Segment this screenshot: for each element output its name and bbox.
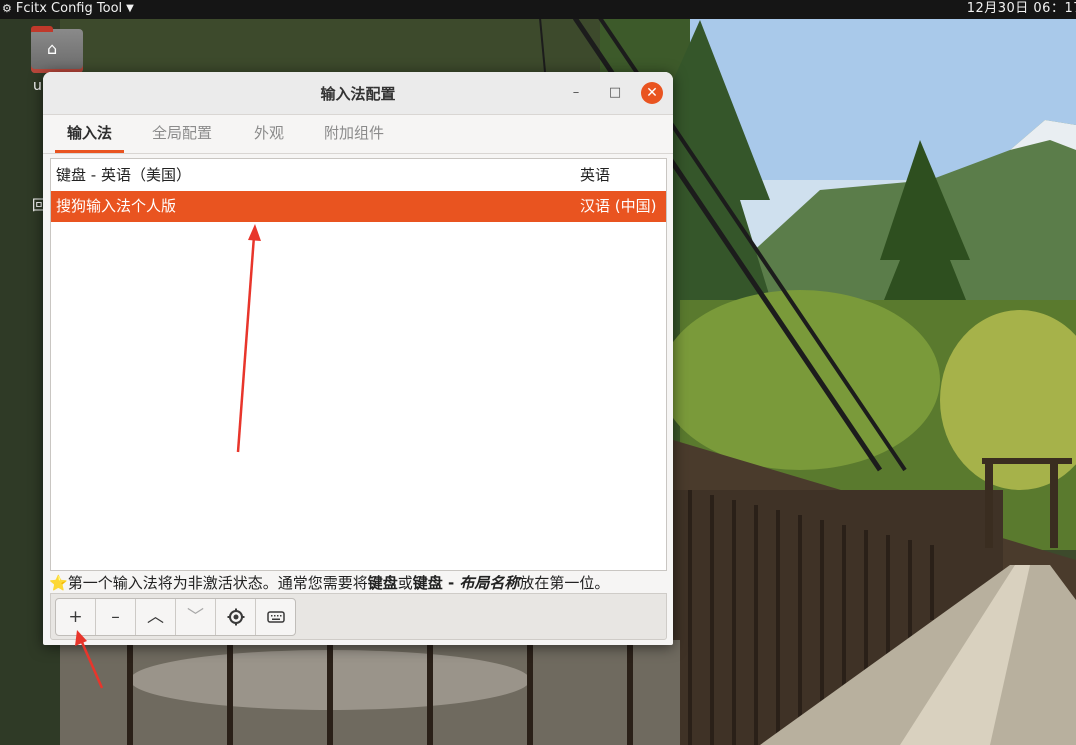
maximize-button[interactable]: □ [604,82,626,104]
clock[interactable]: 12月30日 06：17 [967,0,1076,17]
configure-button[interactable] [216,599,256,635]
input-method-name: 搜狗输入法个人版 [56,197,177,215]
gear-icon [227,608,244,626]
app-icon: ⚙ [2,2,12,15]
hint-bold1: 键盘 [367,574,398,592]
tab-addons[interactable]: 附加组件 [324,115,384,153]
remove-button[interactable]: – [96,599,136,635]
input-method-name: 键盘 - 英语（美国） [56,166,191,184]
hint-part2: 或 [397,574,413,592]
chevron-down-icon: ▼ [126,3,134,14]
window-titlebar[interactable]: 输入法配置 – □ ✕ [43,72,673,115]
home-icon: ⌂ [47,39,58,58]
tab-global-config[interactable]: 全局配置 [152,115,212,153]
keyboard-icon [266,611,285,623]
hint-bold2: 键盘 - [412,574,460,592]
hint-bold-italic: 布局名称 [459,574,520,592]
tab-input-method[interactable]: 输入法 [55,115,125,153]
move-up-button[interactable]: ︿ [136,599,176,635]
folder-tab [31,26,53,32]
toolbar-frame: + – ︿ ﹀ [50,593,667,640]
fcitx-config-window: 输入法配置 – □ ✕ 输入法 全局配置 外观 附加组件 键盘 - 英语（美国）… [43,72,673,645]
input-method-toolbar: + – ︿ ﹀ [55,598,296,636]
hint-text: ⭐第一个输入法将为非激活状态。通常您需要将键盘或键盘 - 布局名称放在第一位。 [49,572,609,593]
tab-appearance[interactable]: 外观 [254,115,284,153]
input-method-language: 汉语 (中国) [580,197,657,215]
tab-bar: 输入法 全局配置 外观 附加组件 [43,115,673,154]
keyboard-layout-button[interactable] [256,599,295,635]
star-icon: ⭐ [49,574,68,592]
list-item-selected[interactable]: 搜狗输入法个人版 汉语 (中国) [51,191,666,222]
minimize-button[interactable]: – [565,82,587,104]
add-button[interactable]: + [56,599,96,635]
close-button[interactable]: ✕ [641,82,663,104]
input-method-language: 英语 [580,166,611,184]
home-folder-icon[interactable]: ⌂ [31,26,83,73]
top-bar: ⚙ Fcitx Config Tool ▼ 12月30日 06：17 [0,0,1076,19]
app-menu[interactable]: ⚙ Fcitx Config Tool ▼ [2,0,134,17]
input-method-list[interactable]: 键盘 - 英语（美国） 英语 搜狗输入法个人版 汉语 (中国) [50,158,667,571]
list-item[interactable]: 键盘 - 英语（美国） 英语 [51,160,666,191]
move-down-button[interactable]: ﹀ [176,599,216,635]
hint-part3: 放在第一位。 [519,574,610,592]
app-menu-label: Fcitx Config Tool [15,1,123,16]
hint-part1: 第一个输入法将为非激活状态。通常您需要将 [67,574,368,592]
